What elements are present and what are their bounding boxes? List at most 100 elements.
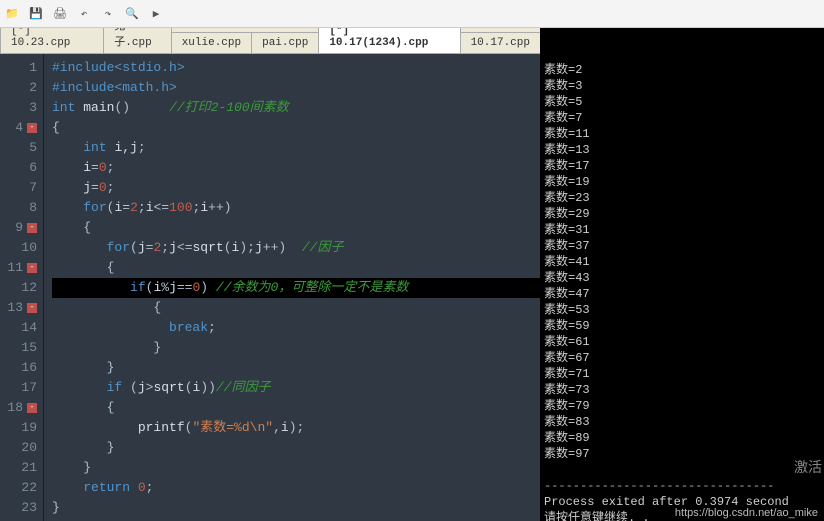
code-content[interactable]: #include<stdio.h>#include<math.h>int mai…: [44, 54, 540, 521]
gutter-line: 18-: [0, 398, 37, 418]
console-line: 素数=19: [544, 174, 820, 190]
print-icon[interactable]: 🖨: [52, 6, 68, 22]
code-line[interactable]: i=0;: [52, 158, 540, 178]
code-line[interactable]: for(j=2;j<=sqrt(i);j++) //因子: [52, 238, 540, 258]
gutter-line: 14: [0, 318, 37, 338]
console-line: 素数=73: [544, 382, 820, 398]
fold-marker-icon[interactable]: -: [27, 303, 37, 313]
console-line: 素数=43: [544, 270, 820, 286]
console-line: 素数=17: [544, 158, 820, 174]
main-area: [*] 10.23.cpp兔子.cppxulie.cpppai.cpp[*] 1…: [0, 28, 824, 521]
gutter-line: 16: [0, 358, 37, 378]
code-line[interactable]: }: [52, 338, 540, 358]
code-area: 1234-56789-1011-1213-1415161718-19202122…: [0, 54, 540, 521]
fold-marker-icon[interactable]: -: [27, 223, 37, 233]
code-line[interactable]: if(i%j==0) //余数为0，可整除一定不是素数: [52, 278, 540, 298]
console-line: 素数=79: [544, 398, 820, 414]
editor-panel: [*] 10.23.cpp兔子.cppxulie.cpppai.cpp[*] 1…: [0, 28, 540, 521]
gutter-line: 19: [0, 418, 37, 438]
gutter-line: 3: [0, 98, 37, 118]
tab[interactable]: 兔子.cpp: [103, 28, 171, 53]
code-line[interactable]: printf("素数=%d\n",i);: [52, 418, 540, 438]
console-line: 素数=97: [544, 446, 820, 462]
console-separator: --------------------------------: [544, 478, 820, 494]
console-line: 素数=37: [544, 238, 820, 254]
gutter-line: 11-: [0, 258, 37, 278]
tab[interactable]: pai.cpp: [251, 32, 319, 53]
console-line: 素数=71: [544, 366, 820, 382]
code-line[interactable]: #include<math.h>: [52, 78, 540, 98]
code-line[interactable]: }: [52, 458, 540, 478]
code-line[interactable]: {: [52, 258, 540, 278]
console-line: 素数=83: [544, 414, 820, 430]
gutter-line: 22: [0, 478, 37, 498]
console-line: 素数=2: [544, 62, 820, 78]
console-line: 素数=7: [544, 110, 820, 126]
redo-icon[interactable]: ↷: [100, 6, 116, 22]
code-line[interactable]: }: [52, 438, 540, 458]
tab-bar: [*] 10.23.cpp兔子.cppxulie.cpppai.cpp[*] 1…: [0, 28, 540, 54]
gutter-line: 9-: [0, 218, 37, 238]
save-icon[interactable]: 💾: [28, 6, 44, 22]
watermark: https://blog.csdn.net/ao_mike: [675, 507, 818, 519]
console-line: 素数=23: [544, 190, 820, 206]
gutter-line: 13-: [0, 298, 37, 318]
console-line: 素数=41: [544, 254, 820, 270]
code-line[interactable]: {: [52, 118, 540, 138]
console-output: 素数=2素数=3素数=5素数=7素数=11素数=13素数=17素数=19素数=2…: [540, 28, 824, 521]
fold-marker-icon[interactable]: -: [27, 123, 37, 133]
code-line[interactable]: if (j>sqrt(i))//同因子: [52, 378, 540, 398]
console-line: 素数=11: [544, 126, 820, 142]
gutter-line: 8: [0, 198, 37, 218]
console-line: 素数=13: [544, 142, 820, 158]
code-line[interactable]: for(i=2;i<=100;i++): [52, 198, 540, 218]
code-line[interactable]: int i,j;: [52, 138, 540, 158]
gutter-line: 7: [0, 178, 37, 198]
build-icon[interactable]: ▶: [148, 6, 164, 22]
folder-icon[interactable]: 📁: [4, 6, 20, 22]
code-line[interactable]: int main() //打印2-100间素数: [52, 98, 540, 118]
toolbar: 📁 💾 🖨 ↶ ↷ 🔍 ▶: [0, 0, 824, 28]
console-line: 素数=67: [544, 350, 820, 366]
code-line[interactable]: }: [52, 498, 540, 518]
gutter-line: 17: [0, 378, 37, 398]
code-line[interactable]: {: [52, 398, 540, 418]
console-line: 素数=59: [544, 318, 820, 334]
code-line[interactable]: {: [52, 218, 540, 238]
console-line: 素数=53: [544, 302, 820, 318]
code-line[interactable]: }: [52, 358, 540, 378]
console-line: 素数=5: [544, 94, 820, 110]
gutter-line: 4-: [0, 118, 37, 138]
gutter-line: 12: [0, 278, 37, 298]
line-gutter: 1234-56789-1011-1213-1415161718-19202122…: [0, 54, 44, 521]
code-line[interactable]: break;: [52, 318, 540, 338]
gutter-line: 20: [0, 438, 37, 458]
console-line: 素数=29: [544, 206, 820, 222]
code-line[interactable]: #include<stdio.h>: [52, 58, 540, 78]
fold-marker-icon[interactable]: -: [27, 263, 37, 273]
console-line: 素数=31: [544, 222, 820, 238]
console-line: 素数=47: [544, 286, 820, 302]
gutter-line: 5: [0, 138, 37, 158]
gutter-line: 2: [0, 78, 37, 98]
activate-hint: 激活: [794, 461, 822, 477]
code-line[interactable]: return 0;: [52, 478, 540, 498]
gutter-line: 10: [0, 238, 37, 258]
gutter-line: 21: [0, 458, 37, 478]
undo-icon[interactable]: ↶: [76, 6, 92, 22]
console-line: 素数=61: [544, 334, 820, 350]
console-line: 素数=3: [544, 78, 820, 94]
code-line[interactable]: j=0;: [52, 178, 540, 198]
tab[interactable]: xulie.cpp: [171, 32, 252, 53]
tab[interactable]: [*] 10.23.cpp: [0, 28, 104, 53]
fold-marker-icon[interactable]: -: [27, 403, 37, 413]
gutter-line: 23: [0, 498, 37, 518]
tab[interactable]: [*] 10.17(1234).cpp: [318, 28, 460, 53]
search-icon[interactable]: 🔍: [124, 6, 140, 22]
tab[interactable]: 10.17.cpp: [460, 32, 541, 53]
gutter-line: 15: [0, 338, 37, 358]
console-line: 素数=89: [544, 430, 820, 446]
gutter-line: 6: [0, 158, 37, 178]
code-line[interactable]: {: [52, 298, 540, 318]
gutter-line: 1: [0, 58, 37, 78]
